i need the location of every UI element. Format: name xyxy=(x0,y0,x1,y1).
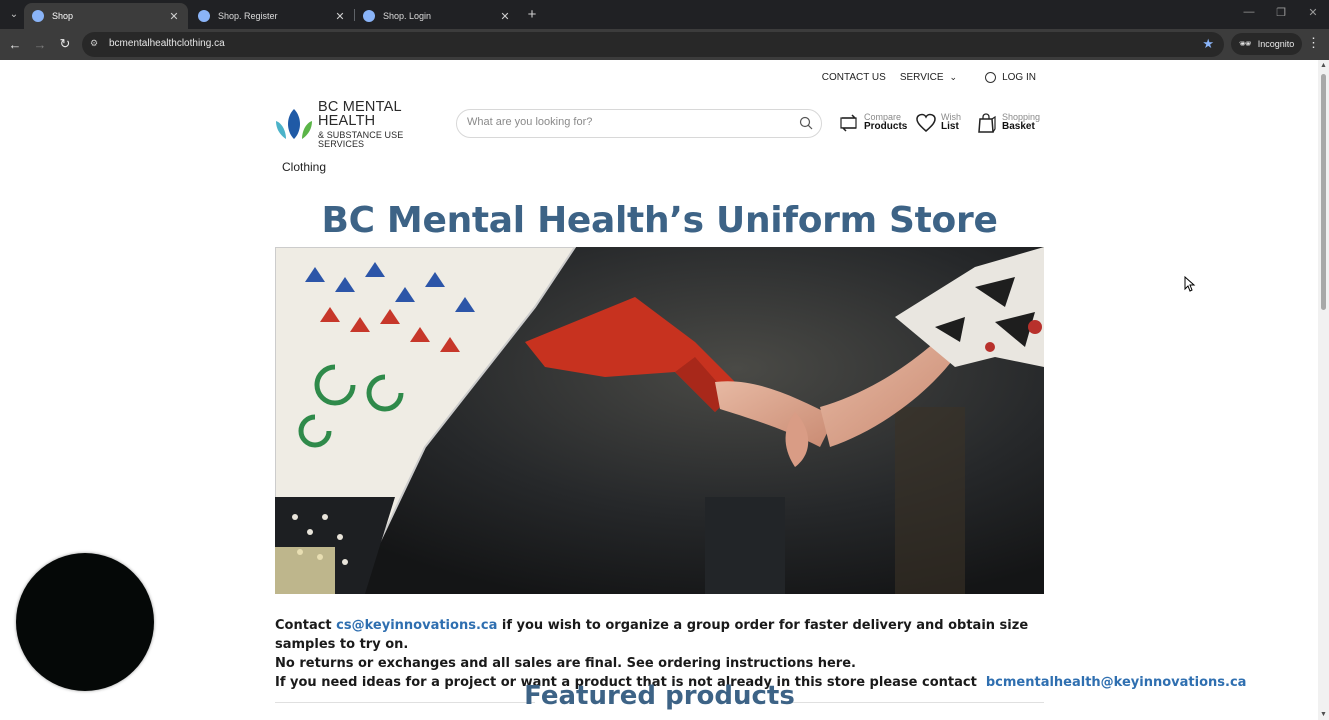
favicon-icon xyxy=(32,10,44,22)
new-tab-icon[interactable]: + xyxy=(524,5,540,23)
cs-email-link[interactable]: cs@keyinnovations.ca xyxy=(336,618,497,633)
compare-products-button[interactable]: Compare Products xyxy=(838,112,907,134)
incognito-badge[interactable]: 🕶 Incognito xyxy=(1231,33,1303,55)
web-page: CONTACT US SERVICE ⌄ LOG IN BC MENTAL HE… xyxy=(0,60,1318,720)
browser-toolbar: ← → ↻ ⚙ bcmentalhealthclothing.ca ★ 🕶 In… xyxy=(0,29,1329,60)
mouse-cursor-icon xyxy=(1184,276,1196,292)
heart-icon xyxy=(915,112,937,134)
logo-line2: & SUBSTANCE USE SERVICES xyxy=(318,129,404,149)
tab-shop-register[interactable]: Shop. Register ✕ xyxy=(190,3,354,29)
tab-shop[interactable]: Shop ✕ xyxy=(24,3,188,29)
compare-icon xyxy=(838,112,860,134)
featured-products-heading: Featured products xyxy=(524,681,795,711)
scroll-thumb[interactable] xyxy=(1321,74,1326,310)
favicon-icon xyxy=(363,10,375,22)
site-logo[interactable]: BC MENTAL HEALTH & SUBSTANCE USE SERVICE… xyxy=(274,99,450,148)
wishlist-bottom: List xyxy=(941,121,959,133)
login-label: LOG IN xyxy=(1002,72,1036,83)
page-scrollbar[interactable]: ▲ ▼ xyxy=(1318,60,1329,720)
search-input[interactable] xyxy=(467,116,777,128)
browser-tabstrip: ⌄ Shop ✕ Shop. Register ✕ Shop. Login ✕ … xyxy=(0,0,1329,29)
tab-title: Shop xyxy=(52,11,74,21)
tab-shop-login[interactable]: Shop. Login ✕ xyxy=(355,3,519,29)
address-bar[interactable]: ⚙ bcmentalhealthclothing.ca ★ xyxy=(82,32,1224,57)
url-text[interactable]: bcmentalhealthclothing.ca xyxy=(109,38,225,49)
incognito-label: Incognito xyxy=(1257,39,1295,49)
restore-icon[interactable]: ❐ xyxy=(1273,6,1289,19)
tab-close-icon[interactable]: ✕ xyxy=(334,10,346,23)
window-close-icon[interactable]: ✕ xyxy=(1305,6,1321,19)
search-box xyxy=(456,109,822,138)
kebab-icon[interactable]: ⋮ xyxy=(1307,35,1320,51)
page-title: BC Mental Health’s Uniform Store xyxy=(321,200,998,241)
compare-bottom: Products xyxy=(864,121,908,133)
category-clothing-link[interactable]: Clothing xyxy=(282,160,326,174)
service-menu[interactable]: SERVICE ⌄ xyxy=(900,72,957,83)
logo-line1: BC MENTAL HEALTH xyxy=(318,98,402,129)
scroll-down-icon[interactable]: ▼ xyxy=(1320,711,1327,718)
basket-bottom: Basket xyxy=(1002,121,1035,133)
top-nav: CONTACT US SERVICE ⌄ LOG IN xyxy=(808,72,1036,83)
shopping-basket-button[interactable]: Shopping Basket xyxy=(976,112,1040,134)
user-icon xyxy=(985,72,997,83)
leaf-logo-icon xyxy=(274,107,314,141)
forward-arrow-icon[interactable]: → xyxy=(32,36,48,52)
chevron-down-icon: ⌄ xyxy=(949,72,958,82)
shopping-bag-icon xyxy=(976,112,998,134)
tab-title: Shop. Register xyxy=(218,11,278,21)
tab-search-icon[interactable]: ⌄ xyxy=(6,6,22,22)
login-link[interactable]: LOG IN xyxy=(985,72,1036,83)
reload-icon[interactable]: ↻ xyxy=(57,36,73,52)
info-text: Contact xyxy=(275,618,337,633)
star-icon[interactable]: ★ xyxy=(1202,36,1214,52)
site-info-icon[interactable]: ⚙ xyxy=(90,38,102,50)
search-icon[interactable] xyxy=(799,116,813,130)
hero-image xyxy=(275,247,1044,594)
info-line1: Contact cs@keyinnovations.ca if you wish… xyxy=(275,616,1065,654)
service-label: SERVICE xyxy=(899,72,944,83)
scroll-up-icon[interactable]: ▲ xyxy=(1320,62,1327,69)
info-line2: No returns or exchanges and all sales ar… xyxy=(275,656,856,671)
incognito-icon: 🕶 xyxy=(1239,38,1252,50)
tab-close-icon[interactable]: ✕ xyxy=(499,10,511,23)
chat-widget-button[interactable] xyxy=(16,553,154,691)
favicon-icon xyxy=(198,10,210,22)
minimize-icon[interactable]: — xyxy=(1241,6,1257,18)
contact-us-link[interactable]: CONTACT US xyxy=(822,72,886,83)
tab-title: Shop. Login xyxy=(383,11,432,21)
tab-close-icon[interactable]: ✕ xyxy=(168,10,180,23)
wish-list-button[interactable]: Wish List xyxy=(915,112,961,134)
back-arrow-icon[interactable]: ← xyxy=(7,36,23,52)
